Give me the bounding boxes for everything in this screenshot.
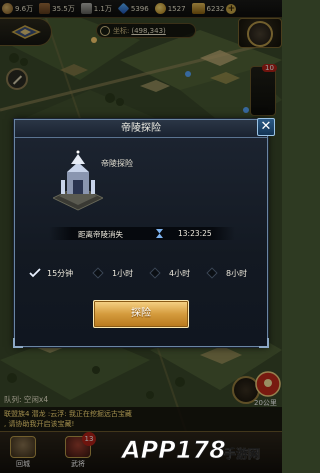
corner-decoration	[13, 338, 23, 348]
checkmark-icon	[29, 268, 41, 278]
radio-diamond-icon	[206, 267, 218, 279]
duration-option-15min[interactable]: 15分钟	[29, 266, 73, 280]
corner-decoration	[259, 338, 269, 348]
expiry-timer-value: 13:23:25	[178, 229, 212, 238]
dialog-title: 帝陵探险	[15, 120, 267, 138]
hourglass-icon	[156, 229, 163, 238]
svg-text:APP178: APP178	[120, 436, 226, 464]
svg-text:手游网: 手游网	[224, 446, 260, 461]
expiry-timer-label: 距离帝陵消失	[78, 230, 123, 239]
duration-option-label: 15分钟	[47, 268, 74, 278]
expiry-timer-row: 距离帝陵消失 13:23:25	[49, 227, 235, 240]
mausoleum-name: 帝陵探险	[101, 159, 133, 168]
duration-option-4h[interactable]: 4小时	[149, 266, 191, 280]
mausoleum-dialog: 帝陵探险 ✕ 帝陵探险 距离帝陵消失 13:23:25 15分钟 1小时 4小时	[13, 118, 275, 348]
duration-option-label: 8小时	[226, 268, 248, 278]
duration-option-1h[interactable]: 1小时	[92, 266, 134, 280]
radio-diamond-icon	[92, 267, 104, 279]
close-button[interactable]: ✕	[257, 118, 275, 136]
mausoleum-icon	[53, 150, 103, 211]
watermark-logo: APP178 手游网	[120, 436, 260, 465]
explore-button[interactable]: 探险	[93, 300, 189, 328]
radio-diamond-icon	[149, 267, 161, 279]
duration-option-8h[interactable]: 8小时	[206, 266, 248, 280]
duration-option-label: 4小时	[169, 268, 191, 278]
duration-option-label: 1小时	[112, 268, 134, 278]
